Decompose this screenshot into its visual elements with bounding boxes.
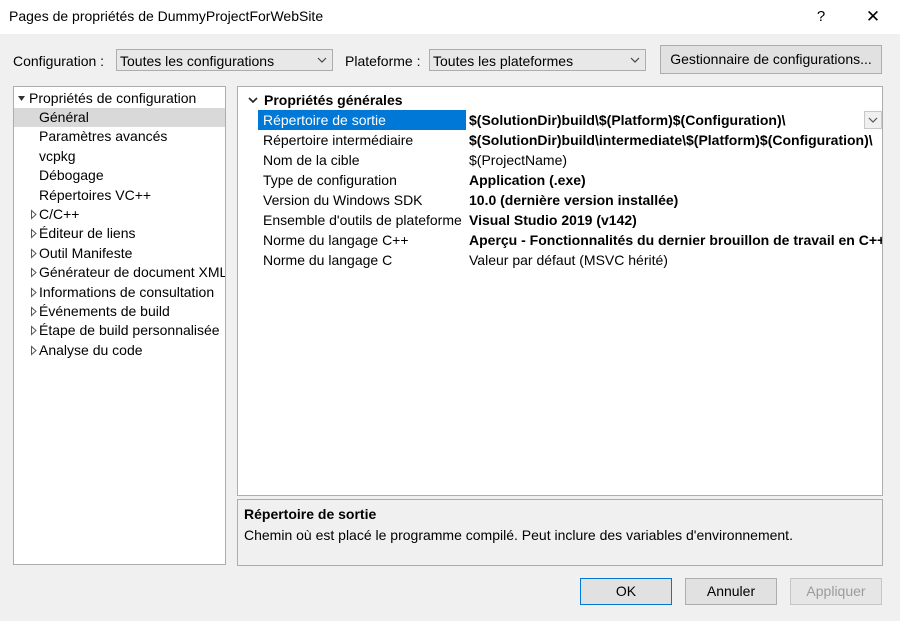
property-row[interactable]: Type de configuration Application (.exe) bbox=[258, 170, 882, 190]
tree-item-label: vcpkg bbox=[39, 147, 76, 164]
property-value[interactable]: Application (.exe) bbox=[469, 170, 882, 190]
property-row[interactable]: Répertoire intermédiaire $(SolutionDir)bu… bbox=[258, 130, 882, 150]
property-value[interactable]: $(ProjectName) bbox=[469, 150, 882, 170]
expand-triangle-icon[interactable] bbox=[29, 244, 39, 263]
property-grid[interactable]: Propriétés générales Répertoire de sorti… bbox=[237, 86, 883, 496]
tree-item[interactable]: Éditeur de liens bbox=[14, 224, 225, 243]
property-name[interactable]: Type de configuration bbox=[258, 170, 466, 190]
property-row[interactable]: Ensemble d'outils de plateforme Visual St… bbox=[258, 210, 882, 230]
cancel-button[interactable]: Annuler bbox=[685, 578, 777, 605]
expand-triangle-icon[interactable] bbox=[29, 341, 39, 360]
expand-triangle-icon[interactable] bbox=[29, 263, 39, 282]
property-row[interactable]: Norme du langage C++ Aperçu - Fonctionnal… bbox=[258, 230, 882, 250]
property-value[interactable]: $(SolutionDir)build\intermediate\$(Platf… bbox=[469, 130, 882, 150]
property-value[interactable]: Valeur par défaut (MSVC hérité) bbox=[469, 250, 882, 270]
tree-item-label: C/C++ bbox=[39, 206, 80, 222]
property-name[interactable]: Nom de la cible bbox=[258, 150, 466, 170]
tree-item[interactable]: Informations de consultation bbox=[14, 283, 225, 302]
property-value[interactable]: Aperçu - Fonctionnalités du dernier brou… bbox=[469, 230, 882, 250]
property-tree[interactable]: Propriétés de configuration Général Param… bbox=[13, 86, 226, 565]
tree-item[interactable]: vcpkg bbox=[14, 147, 225, 166]
chevron-down-icon bbox=[317, 57, 327, 63]
tree-item[interactable]: Outil Manifeste bbox=[14, 244, 225, 263]
property-value[interactable]: 10.0 (dernière version installée) bbox=[469, 190, 882, 210]
property-name[interactable]: Norme du langage C bbox=[258, 250, 466, 270]
expand-triangle-icon[interactable] bbox=[29, 302, 39, 321]
property-row[interactable]: Répertoire de sortie $(SolutionDir)build\… bbox=[258, 110, 882, 130]
expand-triangle-icon[interactable] bbox=[29, 205, 39, 224]
property-name[interactable]: Répertoire intermédiaire bbox=[258, 130, 466, 150]
value-dropdown-button[interactable] bbox=[864, 111, 882, 129]
property-value[interactable]: Visual Studio 2019 (v142) bbox=[469, 210, 882, 230]
tree-root-configuration-properties[interactable]: Propriétés de configuration bbox=[14, 89, 225, 108]
tree-item-label: Éditeur de liens bbox=[39, 225, 136, 242]
platform-label: Plateforme : bbox=[345, 53, 421, 69]
platform-value: Toutes les plateformes bbox=[433, 53, 574, 69]
configuration-dropdown[interactable]: Toutes les configurations bbox=[116, 49, 333, 71]
property-name[interactable]: Version du Windows SDK bbox=[258, 190, 466, 210]
close-button[interactable]: ✕ bbox=[856, 3, 890, 31]
property-name[interactable]: Norme du langage C++ bbox=[258, 230, 466, 250]
category-label: Propriétés générales bbox=[264, 92, 403, 108]
description-text: Chemin où est placé le programme compilé… bbox=[244, 527, 793, 543]
tree-item[interactable]: Analyse du code bbox=[14, 341, 225, 360]
tree-root-label: Propriétés de configuration bbox=[29, 90, 197, 106]
property-row[interactable]: Nom de la cible $(ProjectName) bbox=[258, 150, 882, 170]
tree-item-label: Débogage bbox=[39, 167, 104, 184]
expanded-triangle-icon[interactable] bbox=[17, 89, 27, 108]
property-value[interactable]: $(SolutionDir)build\$(Platform)$(Configu… bbox=[469, 110, 863, 130]
tree-item[interactable]: Étape de build personnalisée bbox=[14, 321, 225, 340]
platform-dropdown[interactable]: Toutes les plateformes bbox=[429, 49, 646, 71]
help-button[interactable]: ? bbox=[806, 3, 836, 31]
title-bar: Pages de propriétés de DummyProjectForWe… bbox=[0, 0, 900, 34]
tree-item[interactable]: Événements de build bbox=[14, 302, 225, 321]
configuration-manager-button[interactable]: Gestionnaire de configurations... bbox=[660, 45, 882, 74]
tree-item-label: Répertoires VC++ bbox=[39, 186, 152, 203]
property-name[interactable]: Répertoire de sortie bbox=[258, 110, 466, 130]
tree-item[interactable]: C/C++ bbox=[14, 205, 225, 224]
tree-item[interactable]: Répertoires VC++ bbox=[14, 186, 225, 205]
tree-item[interactable]: Débogage bbox=[14, 166, 225, 185]
tree-item-label: Événements de build bbox=[39, 303, 170, 319]
ok-button[interactable]: OK bbox=[580, 578, 672, 605]
expand-triangle-icon[interactable] bbox=[29, 321, 39, 340]
property-row[interactable]: Version du Windows SDK 10.0 (dernière ver… bbox=[258, 190, 882, 210]
expand-triangle-icon[interactable] bbox=[29, 224, 39, 243]
window-title: Pages de propriétés de DummyProjectForWe… bbox=[9, 8, 324, 24]
chevron-down-icon bbox=[630, 57, 640, 63]
chevron-down-icon bbox=[868, 117, 878, 123]
tree-item[interactable]: Général bbox=[14, 108, 225, 127]
tree-item-label: Général bbox=[39, 109, 89, 125]
tree-item-label: Informations de consultation bbox=[39, 283, 215, 300]
property-row[interactable]: Norme du langage C Valeur par défaut (MSV… bbox=[258, 250, 882, 270]
tree-item-label: Étape de build personnalisée bbox=[39, 322, 220, 339]
tree-item[interactable]: Paramètres avancés bbox=[14, 127, 225, 146]
apply-button[interactable]: Appliquer bbox=[790, 578, 882, 605]
collapse-chevron-icon[interactable] bbox=[247, 91, 259, 110]
tree-item-label: Paramètres avancés bbox=[39, 128, 168, 145]
property-name[interactable]: Ensemble d'outils de plateforme bbox=[258, 210, 466, 230]
description-panel: Répertoire de sortie Chemin où est placé… bbox=[237, 499, 883, 566]
configuration-value: Toutes les configurations bbox=[120, 53, 275, 69]
description-title: Répertoire de sortie bbox=[244, 506, 377, 522]
tree-item-label: Outil Manifeste bbox=[39, 244, 133, 261]
configuration-label: Configuration : bbox=[13, 53, 105, 69]
expand-triangle-icon[interactable] bbox=[29, 283, 39, 302]
tree-item-label: Générateur de document XML bbox=[39, 264, 226, 281]
tree-item[interactable]: Générateur de document XML bbox=[14, 263, 225, 282]
tree-item-label: Analyse du code bbox=[39, 341, 143, 358]
